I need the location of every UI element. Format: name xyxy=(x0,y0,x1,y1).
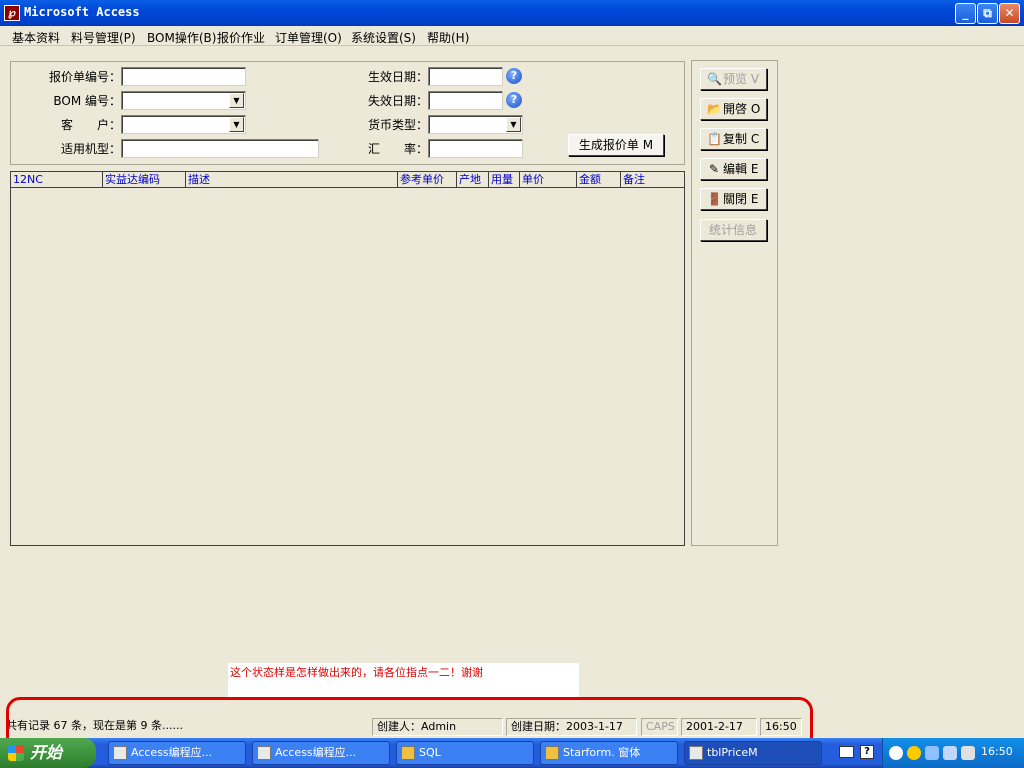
taskbar-item[interactable]: Access编程应... xyxy=(108,741,246,765)
help-icon[interactable]: ? xyxy=(506,68,522,84)
chevron-down-icon[interactable]: ▼ xyxy=(229,117,244,132)
chevron-down-icon[interactable]: ▼ xyxy=(506,117,521,132)
currency-label: 货币类型： xyxy=(367,118,428,132)
volume-icon[interactable] xyxy=(961,746,975,760)
qq-penguin-icon[interactable] xyxy=(907,746,921,760)
column-header[interactable]: 参考单价 xyxy=(398,172,457,187)
edit-pencil-icon: ✎ xyxy=(708,162,720,176)
help-icon[interactable]: ? xyxy=(506,92,522,108)
title-bar: ℘ Microsoft Access _ ⧉ ✕ xyxy=(0,0,1024,26)
menu-system-settings[interactable]: 系统设置(S) xyxy=(351,29,416,46)
column-header[interactable]: 描述 xyxy=(186,172,398,187)
grid-header: 12NC 实益达编码 描述 参考单价 产地 用量 单价 金额 备注 xyxy=(11,172,684,188)
taskbar-item-label: Access编程应... xyxy=(131,746,213,759)
quote-no-input[interactable] xyxy=(121,67,246,86)
preview-button[interactable]: 🔍预览 V xyxy=(700,68,767,90)
model-input[interactable] xyxy=(121,139,319,158)
menu-order-management[interactable]: 订单管理(O) xyxy=(275,29,342,46)
taskbar-item[interactable]: SQL xyxy=(396,741,534,765)
restore-button[interactable]: ⧉ xyxy=(977,3,998,24)
taskbar-item-label: Access编程应... xyxy=(275,746,357,759)
currency-combo[interactable]: ▼ xyxy=(428,115,523,134)
annotation-note: 这个状态样是怎样做出来的，请各位指点一二！谢谢 xyxy=(228,663,579,697)
network-icon[interactable] xyxy=(925,746,939,760)
menu-part-management[interactable]: 料号管理(P) xyxy=(71,29,136,46)
taskbar-item-active[interactable]: tblPriceM xyxy=(684,741,822,765)
menu-bar: 基本资料 料号管理(P) BOM操作(B) 报价作业 订单管理(O) 系统设置(… xyxy=(0,26,1024,46)
bom-no-label: BOM 编号： xyxy=(53,94,121,108)
taskbar-item[interactable]: Access编程应... xyxy=(252,741,390,765)
close-form-button[interactable]: 🚪關閉 E xyxy=(700,188,767,210)
chevron-down-icon[interactable]: ▼ xyxy=(229,93,244,108)
quote-no-label: 报价单编号： xyxy=(48,70,121,84)
menu-quotation[interactable]: 报价作业 xyxy=(217,29,265,46)
menu-bom-operations[interactable]: BOM操作(B) xyxy=(147,29,216,46)
generate-quote-button[interactable]: 生成报价单 M xyxy=(568,134,664,156)
column-header[interactable]: 实益达编码 xyxy=(103,172,186,187)
column-header[interactable]: 用量 xyxy=(489,172,520,187)
customer-label: 客 户： xyxy=(60,118,121,132)
taskbar-clock: 16:50 xyxy=(981,745,1013,758)
folder-open-icon: 📂 xyxy=(707,102,722,116)
column-header[interactable]: 金额 xyxy=(577,172,621,187)
arrow-left-icon[interactable] xyxy=(889,746,903,760)
table-icon xyxy=(689,746,703,760)
customer-combo[interactable]: ▼ xyxy=(121,115,246,134)
monitor-icon[interactable] xyxy=(943,746,957,760)
copy-label: 复制 C xyxy=(723,132,760,146)
taskbar-item-label: SQL xyxy=(419,746,441,759)
system-tray: 16:50 xyxy=(882,738,1024,768)
window-icon xyxy=(257,746,271,760)
windows-logo-icon xyxy=(8,745,24,761)
quote-items-grid[interactable]: 12NC 实益达编码 描述 参考单价 产地 用量 单价 金额 备注 xyxy=(10,171,685,546)
start-button[interactable]: 开始 xyxy=(0,738,96,768)
rate-input[interactable] xyxy=(428,139,523,158)
magnifier-icon: 🔍 xyxy=(707,72,722,86)
open-button[interactable]: 📂開啓 O xyxy=(700,98,767,120)
taskbar-item-label: tblPriceM xyxy=(707,746,758,759)
column-header[interactable]: 备注 xyxy=(621,172,684,187)
menu-help[interactable]: 帮助(H) xyxy=(427,29,469,46)
preview-label: 预览 V xyxy=(723,72,760,86)
model-label: 适用机型： xyxy=(60,142,121,156)
taskbar-item-label: Starform. 窗体 xyxy=(563,746,641,759)
start-label: 开始 xyxy=(30,743,63,762)
column-header[interactable]: 12NC xyxy=(11,172,103,187)
column-header[interactable]: 单价 xyxy=(520,172,577,187)
expire-date-input[interactable] xyxy=(428,91,503,110)
folder-icon xyxy=(401,746,415,760)
edit-label: 编輯 E xyxy=(723,162,759,176)
window-icon xyxy=(113,746,127,760)
edit-button[interactable]: ✎ 编輯 E xyxy=(700,158,767,180)
action-button-panel: 🔍预览 V 📂開啓 O 📋复制 C ✎ 编輯 E 🚪關閉 E 统计信息 xyxy=(691,60,778,546)
form-icon xyxy=(545,746,559,760)
keyboard-icon[interactable] xyxy=(839,746,854,758)
effective-date-input[interactable] xyxy=(428,67,503,86)
effective-date-label: 生效日期： xyxy=(367,70,428,84)
expire-date-label: 失效日期： xyxy=(367,94,428,108)
close-label: 關閉 E xyxy=(723,192,759,206)
close-window-button[interactable]: ✕ xyxy=(999,3,1020,24)
bom-no-combo[interactable]: ▼ xyxy=(121,91,246,110)
minimize-button[interactable]: _ xyxy=(955,3,976,24)
open-label: 開啓 O xyxy=(723,102,761,116)
menu-basic-data[interactable]: 基本资料 xyxy=(12,29,60,46)
access-key-icon[interactable]: ℘ xyxy=(4,5,20,21)
quote-form-panel: 报价单编号： BOM 编号： ▼ 客 户： ▼ 适用机型： 生效日期： ? 失效… xyxy=(10,61,685,165)
copy-button[interactable]: 📋复制 C xyxy=(700,128,767,150)
window-title: Microsoft Access xyxy=(24,5,140,19)
column-header[interactable]: 产地 xyxy=(457,172,489,187)
help-question-icon[interactable]: ? xyxy=(860,745,874,759)
rate-label: 汇 率： xyxy=(367,142,428,156)
door-exit-icon: 🚪 xyxy=(707,192,722,206)
statistics-button[interactable]: 统计信息 xyxy=(700,219,767,241)
taskbar-item[interactable]: Starform. 窗体 xyxy=(540,741,678,765)
copy-icon: 📋 xyxy=(707,132,722,146)
